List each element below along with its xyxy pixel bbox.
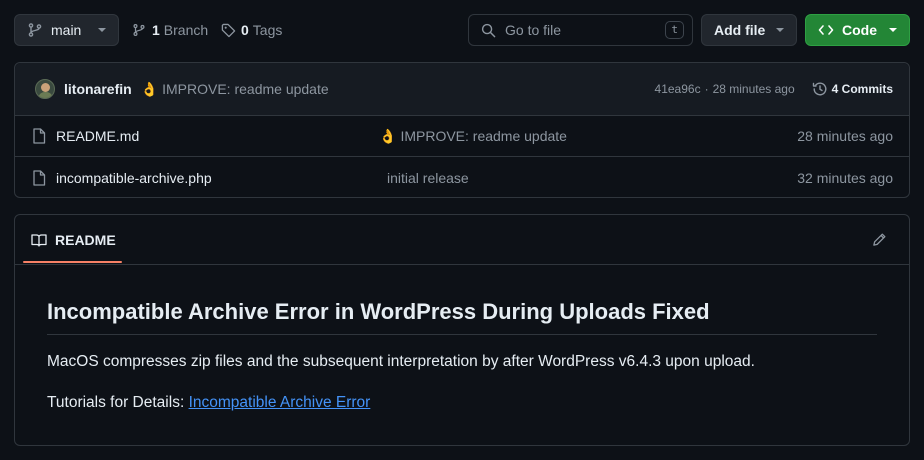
branch-label: Branch xyxy=(163,22,209,38)
branch-count: 1 xyxy=(152,22,160,38)
tab-readme[interactable]: README xyxy=(23,215,130,264)
readme-paragraph: MacOS compresses zip files and the subse… xyxy=(47,353,755,370)
tag-label: Tags xyxy=(252,22,283,38)
file-icon xyxy=(32,128,46,144)
branch-icon xyxy=(27,22,43,38)
chevron-down-icon xyxy=(98,28,106,32)
file-icon xyxy=(32,169,46,186)
tag-count: 0 xyxy=(241,22,249,38)
file-row[interactable]: incompatible-archive.php initial release… xyxy=(15,157,909,198)
tutorial-link[interactable]: Incompatible Archive Error xyxy=(189,394,371,411)
add-file-button[interactable]: Add file xyxy=(701,14,797,46)
tags-link[interactable]: 0 Tags xyxy=(221,14,282,46)
file-list: litonarefin 👌 IMPROVE: readme update 41e… xyxy=(14,62,910,198)
commit-separator: · xyxy=(704,82,709,96)
readme-header: README xyxy=(15,215,909,265)
latest-commit-bar: litonarefin 👌 IMPROVE: readme update 41e… xyxy=(15,63,909,116)
chevron-down-icon xyxy=(776,28,784,32)
commits-link[interactable]: 4 Commits xyxy=(832,82,893,96)
file-commit-emoji: 👌 xyxy=(379,127,397,144)
go-to-file-search[interactable]: Go to file t xyxy=(468,14,693,46)
code-button[interactable]: Code xyxy=(805,14,910,46)
commit-emoji: 👌 xyxy=(140,80,159,97)
code-label: Code xyxy=(842,22,877,38)
avatar[interactable] xyxy=(35,79,55,99)
history-icon xyxy=(812,81,828,97)
commit-message[interactable]: IMPROVE: readme update xyxy=(162,81,329,97)
commit-hash[interactable]: 41ea96c xyxy=(655,82,701,96)
tag-icon xyxy=(221,23,236,38)
file-row[interactable]: README.md 👌 IMPROVE: readme update 28 mi… xyxy=(15,116,909,157)
search-icon xyxy=(481,23,496,38)
branch-name: main xyxy=(51,22,82,38)
file-name[interactable]: incompatible-archive.php xyxy=(56,170,387,186)
commit-author[interactable]: litonarefin xyxy=(64,81,132,97)
branch-icon xyxy=(132,23,146,37)
chevron-down-icon xyxy=(889,28,897,32)
search-placeholder: Go to file xyxy=(505,22,562,38)
file-name[interactable]: README.md xyxy=(56,128,379,144)
readme-heading: Incompatible Archive Error in WordPress … xyxy=(47,297,877,335)
shortcut-key: t xyxy=(665,21,684,39)
pencil-icon[interactable] xyxy=(872,232,887,247)
tab-underline xyxy=(23,261,122,263)
commit-time: 28 minutes ago xyxy=(712,82,795,96)
book-icon xyxy=(31,232,47,248)
file-commit-time: 32 minutes ago xyxy=(797,169,893,186)
readme-tutorial-line: Tutorials for Details: Incompatible Arch… xyxy=(47,394,370,412)
code-icon xyxy=(818,22,834,38)
readme-panel: README Incompatible Archive Error in Wor… xyxy=(14,214,910,446)
file-commit-message[interactable]: IMPROVE: readme update xyxy=(400,128,567,144)
branches-link[interactable]: 1 Branch xyxy=(132,14,208,46)
add-file-label: Add file xyxy=(714,22,766,38)
branch-select-button[interactable]: main xyxy=(14,14,119,46)
file-commit-message[interactable]: initial release xyxy=(387,170,469,186)
file-commit-time: 28 minutes ago xyxy=(797,128,893,144)
tab-readme-label: README xyxy=(55,231,116,248)
tutorial-prefix: Tutorials for Details: xyxy=(47,394,185,411)
